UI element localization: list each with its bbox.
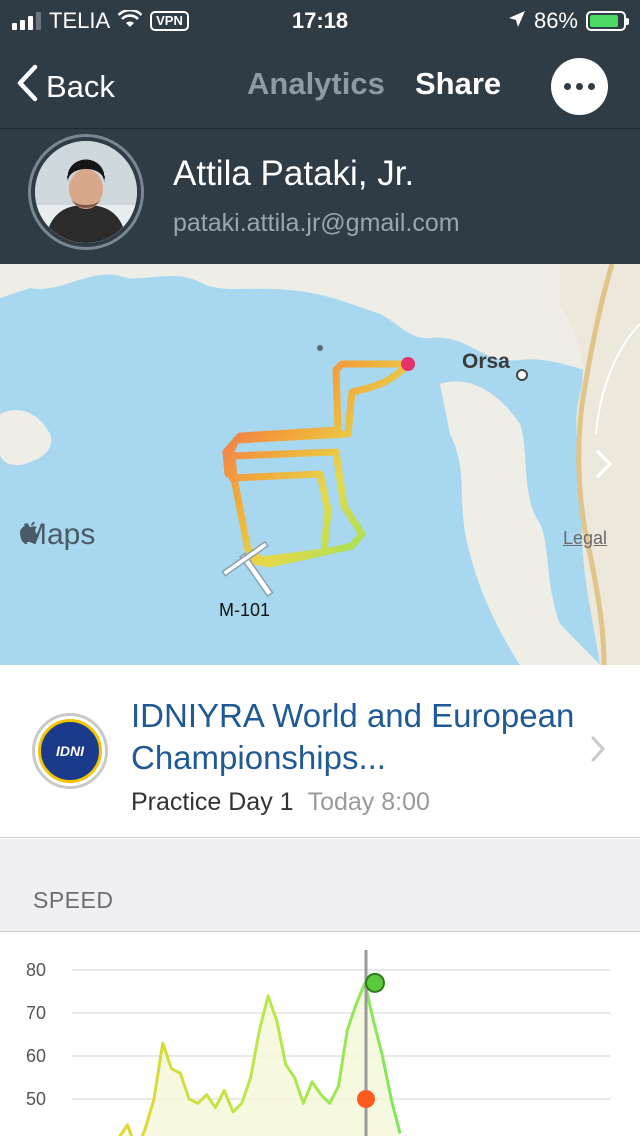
- back-button[interactable]: Back: [16, 64, 115, 110]
- back-label: Back: [46, 69, 115, 104]
- navigation-bar: Back Analytics Share: [0, 44, 640, 128]
- event-row[interactable]: IDNI IDNIYRA World and European Champion…: [0, 665, 640, 838]
- battery-fill: [590, 15, 618, 27]
- map-canvas: [0, 264, 640, 665]
- event-logo: IDNI: [32, 713, 108, 789]
- event-logo-emblem: IDNI: [38, 719, 102, 783]
- chevron-right-icon: [590, 735, 606, 771]
- avatar[interactable]: [28, 134, 144, 250]
- speed-chart-canvas: 80 70 60 50: [26, 950, 610, 1136]
- share-button[interactable]: Share: [415, 66, 501, 102]
- speed-chart[interactable]: 80 70 60 50: [0, 932, 640, 1136]
- status-bar: TELIA VPN 17:18 86%: [0, 0, 640, 40]
- ellipsis-icon: [564, 83, 571, 90]
- vessel-label: M-101: [219, 600, 271, 620]
- legal-link[interactable]: Legal: [563, 528, 607, 549]
- map-point: [317, 345, 323, 351]
- header-divider: [0, 128, 640, 129]
- app-header: TELIA VPN 17:18 86% Back Analytics Share: [0, 0, 640, 264]
- max-speed-marker: [365, 972, 385, 993]
- speed-section-header: SPEED: [0, 839, 640, 932]
- battery-percent: 86%: [533, 8, 578, 33]
- orsa-town-marker: [516, 369, 528, 381]
- profile-name: Attila Pataki, Jr.: [173, 154, 415, 193]
- y-tick-label: 50: [26, 1089, 46, 1109]
- analytics-button[interactable]: Analytics: [247, 66, 385, 102]
- current-speed-marker: [357, 1090, 375, 1108]
- profile-email: pataki.attila.jr@gmail.com: [173, 209, 460, 237]
- land-east-shore: [440, 381, 600, 665]
- battery-icon: [586, 11, 629, 31]
- event-title: IDNIYRA World and European Championships…: [131, 697, 575, 776]
- chevron-left-icon: [16, 64, 38, 110]
- avatar-photo: [35, 141, 137, 243]
- track-end-marker: [401, 357, 415, 371]
- y-tick-label: 60: [26, 1046, 46, 1066]
- iceboat-icon: [221, 540, 274, 598]
- y-tick-label: 70: [26, 1003, 46, 1023]
- gps-track: [222, 360, 412, 568]
- land-west-island: [0, 410, 52, 466]
- land-north: [0, 264, 640, 377]
- event-session: Practice Day 1: [131, 788, 294, 816]
- more-options-button[interactable]: [551, 58, 608, 115]
- speed-section-label: SPEED: [33, 887, 114, 913]
- event-subtitle: Practice Day 1 Today 8:00: [131, 788, 430, 817]
- location-arrow-icon: [508, 8, 526, 34]
- status-right: 86%: [508, 8, 629, 34]
- maps-attribution: Maps: [20, 518, 95, 552]
- event-time: Today 8:00: [307, 788, 430, 816]
- route-map[interactable]: Orsa M-101 Maps Legal: [0, 264, 640, 665]
- y-tick-label: 80: [26, 960, 46, 980]
- map-place-label: Orsa: [462, 350, 510, 373]
